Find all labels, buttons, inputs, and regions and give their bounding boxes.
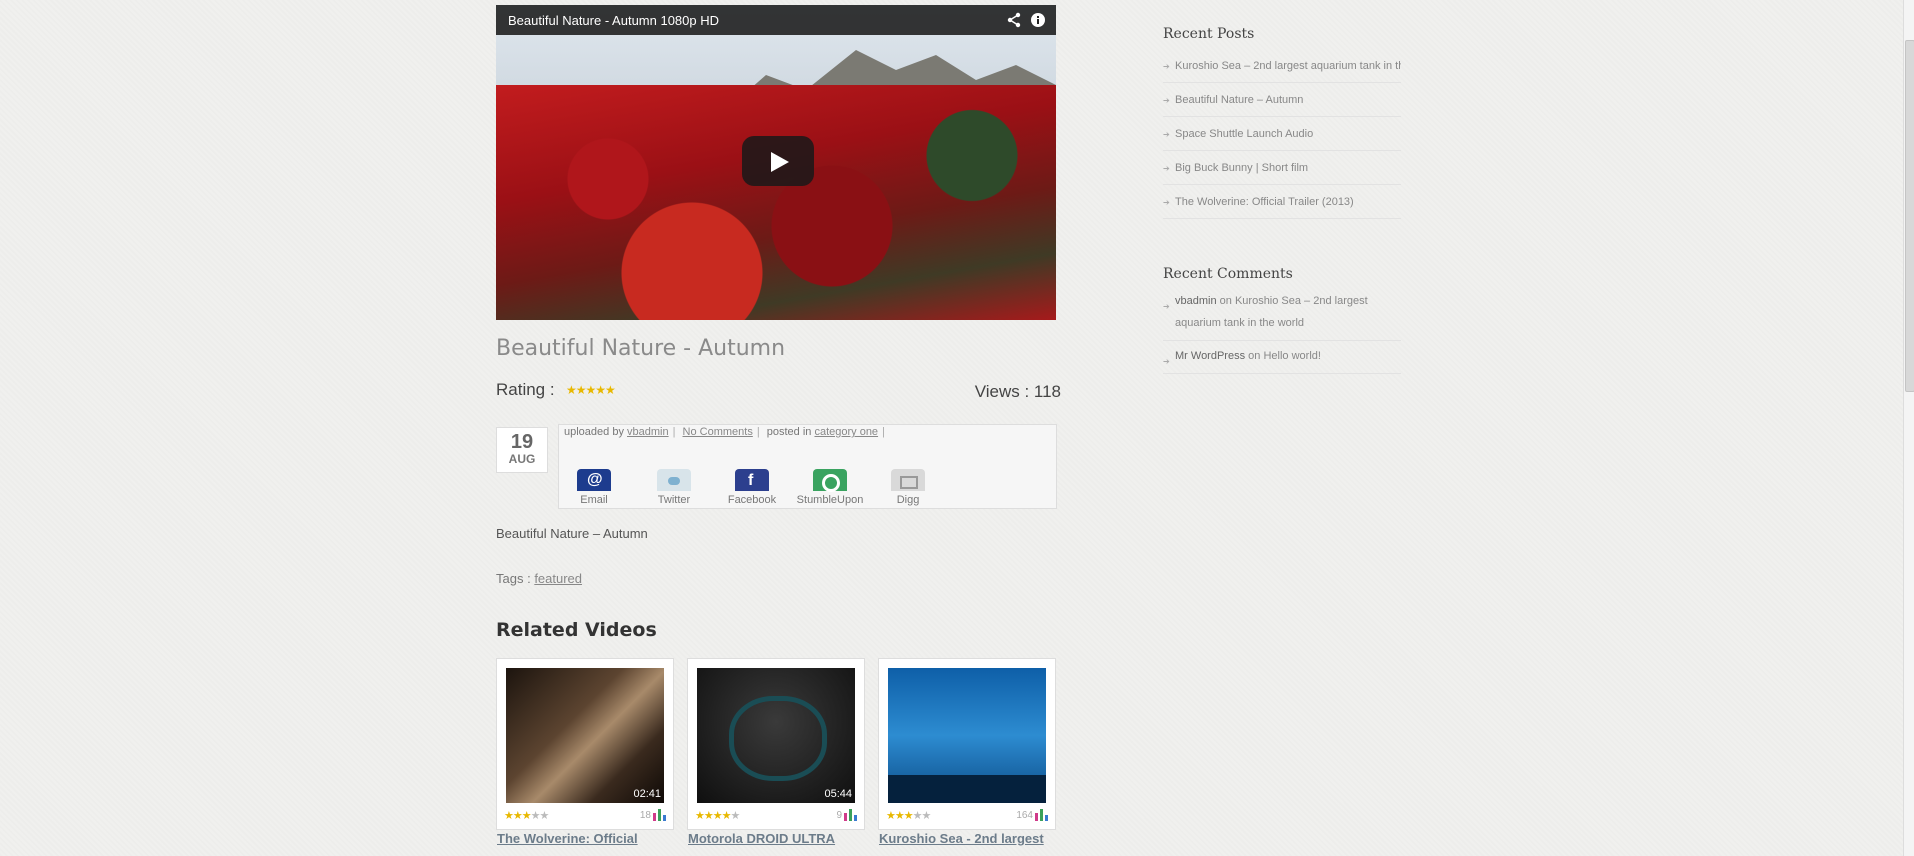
meta-line: uploaded by vbadmin | No Comments | posted… — [564, 426, 885, 438]
comment-on-label: on — [1219, 295, 1232, 307]
date-day: 19 — [510, 431, 534, 453]
share-stumbleupon-button[interactable]: StumbleUpon — [795, 469, 865, 506]
recent-post-link[interactable]: Kuroshio Sea – 2nd largest aquarium tank… — [1175, 60, 1401, 72]
list-item[interactable]: The Wolverine: Official Trailer (2013) — [1163, 185, 1401, 219]
share-label: Digg — [896, 494, 920, 506]
video-duration: 02:41 — [633, 788, 661, 800]
share-twitter-button[interactable]: Twitter — [639, 469, 709, 506]
comment-post-link[interactable]: Hello world! — [1263, 350, 1320, 362]
video-duration: 04:34 — [1015, 788, 1043, 800]
rating-label: Rating : — [496, 380, 555, 399]
video-rating: ★★★★★ — [886, 810, 931, 822]
video-title-link[interactable]: The Wolverine: Official — [497, 831, 697, 846]
related-video-card[interactable]: 05:44 ★★★★★ 9 Motorola DROID ULTRA — [687, 658, 865, 846]
rating-stars[interactable]: ★★★★★ — [566, 383, 616, 397]
posted-in-label: posted in — [766, 426, 812, 438]
tags-label: Tags : — [496, 571, 531, 586]
facebook-icon — [735, 469, 769, 491]
video-title[interactable]: Beautiful Nature - Autumn 1080p HD — [508, 13, 719, 28]
share-digg-button[interactable]: Digg — [873, 469, 943, 506]
recent-post-link[interactable]: Space Shuttle Launch Audio — [1175, 128, 1313, 140]
list-item[interactable]: Beautiful Nature – Autumn — [1163, 83, 1401, 117]
recent-post-link[interactable]: Big Buck Bunny | Short film — [1175, 162, 1308, 174]
uploaded-by-label: uploaded by — [564, 426, 624, 438]
share-label: StumbleUpon — [796, 494, 864, 506]
related-videos-title: Related Videos — [496, 619, 657, 641]
digg-icon — [891, 469, 925, 491]
related-video-card[interactable]: 02:41 ★★★★★ 18 The Wolverine: Official — [496, 658, 674, 846]
rating-count: 18 — [639, 810, 651, 821]
video-player[interactable]: Beautiful Nature - Autumn 1080p HD — [496, 5, 1056, 320]
share-label: Email — [580, 494, 608, 506]
video-top-bar: Beautiful Nature - Autumn 1080p HD — [496, 5, 1056, 35]
share-facebook-button[interactable]: Facebook — [717, 469, 787, 506]
bar-chart-icon — [653, 809, 666, 821]
share-icon[interactable] — [1006, 12, 1022, 28]
list-item[interactable]: Big Buck Bunny | Short film — [1163, 151, 1401, 185]
video-thumbnail[interactable]: 05:44 — [697, 668, 855, 803]
list-item: vbadmin on Kuroshio Sea – 2nd largest aq… — [1163, 286, 1401, 341]
date-month: AUG — [508, 452, 536, 466]
post-tags: Tags : featured — [496, 571, 582, 586]
recent-post-link[interactable]: Beautiful Nature – Autumn — [1175, 94, 1303, 106]
views-count: Views : 118 — [974, 382, 1061, 401]
author-link[interactable]: vbadmin — [627, 426, 669, 438]
video-rating: ★★★★★ — [695, 810, 740, 822]
related-video-card[interactable]: 04:34 ★★★★★ 164 Kuroshio Sea - 2nd large… — [878, 658, 1056, 846]
video-thumbnail[interactable]: 02:41 — [506, 668, 664, 803]
recent-post-link[interactable]: The Wolverine: Official Trailer (2013) — [1175, 196, 1354, 208]
post-title: Beautiful Nature - Autumn — [496, 336, 786, 361]
list-item: Mr WordPress on Hello world! — [1163, 341, 1401, 374]
category-link[interactable]: category one — [814, 426, 878, 438]
comment-author: Mr WordPress — [1175, 350, 1246, 362]
list-item[interactable]: Kuroshio Sea – 2nd largest aquarium tank… — [1163, 49, 1401, 83]
rating-count: 164 — [1016, 810, 1033, 821]
tag-link[interactable]: featured — [534, 571, 582, 586]
recent-comments-list: vbadmin on Kuroshio Sea – 2nd largest aq… — [1163, 286, 1401, 374]
scrollbar-thumb[interactable] — [1905, 40, 1914, 392]
info-icon[interactable] — [1030, 12, 1046, 28]
list-item[interactable]: Space Shuttle Launch Audio — [1163, 117, 1401, 151]
video-thumbnail[interactable]: 04:34 — [888, 668, 1046, 803]
stumbleupon-icon — [813, 469, 847, 492]
rating-count: 9 — [836, 810, 842, 821]
bar-chart-icon — [1035, 809, 1048, 821]
post-meta: uploaded by vbadmin | No Comments | posted… — [558, 424, 1057, 509]
recent-posts-title: Recent Posts — [1163, 26, 1255, 42]
recent-comments-title: Recent Comments — [1163, 266, 1293, 282]
recent-posts-list: Kuroshio Sea – 2nd largest aquarium tank… — [1163, 49, 1401, 219]
play-icon[interactable] — [742, 136, 814, 186]
twitter-icon — [657, 469, 691, 491]
share-email-button[interactable]: Email — [559, 469, 629, 506]
email-icon — [577, 469, 611, 491]
post-description: Beautiful Nature – Autumn — [496, 526, 648, 541]
scrollbar[interactable] — [1903, 0, 1914, 856]
comment-on-label: on — [1248, 350, 1261, 362]
share-label: Facebook — [727, 494, 777, 506]
comments-link[interactable]: No Comments — [683, 426, 753, 438]
share-label: Twitter — [657, 494, 691, 506]
video-title-link[interactable]: Motorola DROID ULTRA — [688, 831, 888, 846]
video-rating: ★★★★★ — [504, 810, 549, 822]
bar-chart-icon — [844, 809, 857, 821]
post-date: 19 AUG — [496, 427, 548, 473]
video-title-link[interactable]: Kuroshio Sea - 2nd largest — [879, 831, 1079, 846]
video-duration: 05:44 — [824, 788, 852, 800]
comment-author: vbadmin — [1175, 295, 1217, 307]
